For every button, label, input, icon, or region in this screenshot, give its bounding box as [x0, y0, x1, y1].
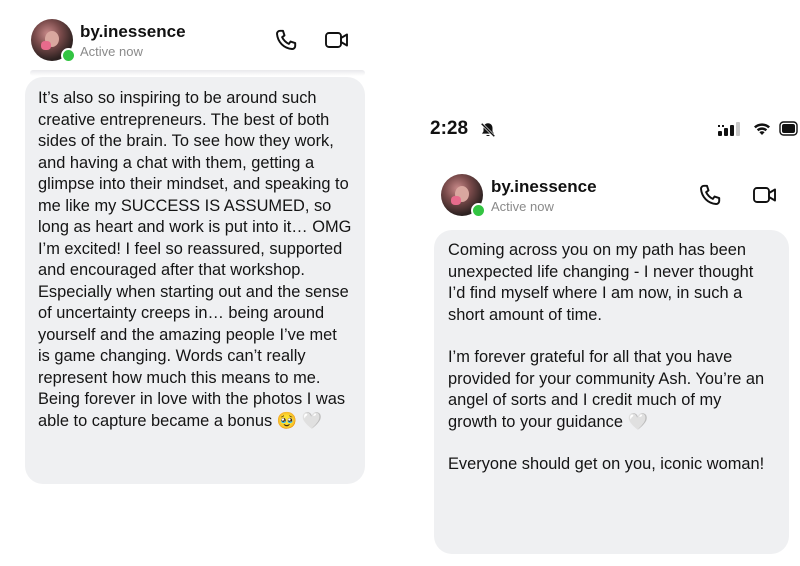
online-status-dot — [61, 48, 76, 63]
right-dm-screen: 2:28 by.inessence Active now Coming acro… — [415, 0, 800, 566]
username[interactable]: by.inessence — [491, 177, 597, 197]
video-camera-icon[interactable] — [750, 180, 780, 210]
header-divider — [30, 70, 365, 76]
avatar[interactable] — [31, 19, 76, 63]
status-time: 2:28 — [430, 118, 469, 139]
message-paragraph: Everyone should get on you, iconic woman… — [448, 455, 765, 473]
left-dm-screen: by.inessence Active now It’s also so ins… — [0, 0, 380, 566]
wifi-icon — [754, 123, 770, 135]
active-status: Active now — [80, 44, 143, 59]
message-paragraph: I’m forever grateful for all that you ha… — [448, 348, 765, 431]
video-camera-icon[interactable] — [322, 25, 352, 55]
phone-icon[interactable] — [271, 25, 301, 55]
battery-icon — [779, 121, 798, 136]
signal-icon — [718, 122, 740, 136]
phone-icon[interactable] — [695, 180, 725, 210]
username[interactable]: by.inessence — [80, 22, 186, 42]
avatar[interactable] — [441, 174, 486, 218]
bell-slash-icon — [480, 122, 496, 138]
online-status-dot — [471, 203, 486, 218]
active-status: Active now — [491, 199, 554, 214]
message-paragraph: Coming across you on my path has been un… — [448, 241, 754, 324]
message-bubble[interactable]: It’s also so inspiring to be around such… — [25, 77, 365, 484]
message-text: It’s also so inspiring to be around such… — [38, 89, 352, 430]
message-bubble[interactable]: Coming across you on my path has been un… — [434, 230, 789, 554]
